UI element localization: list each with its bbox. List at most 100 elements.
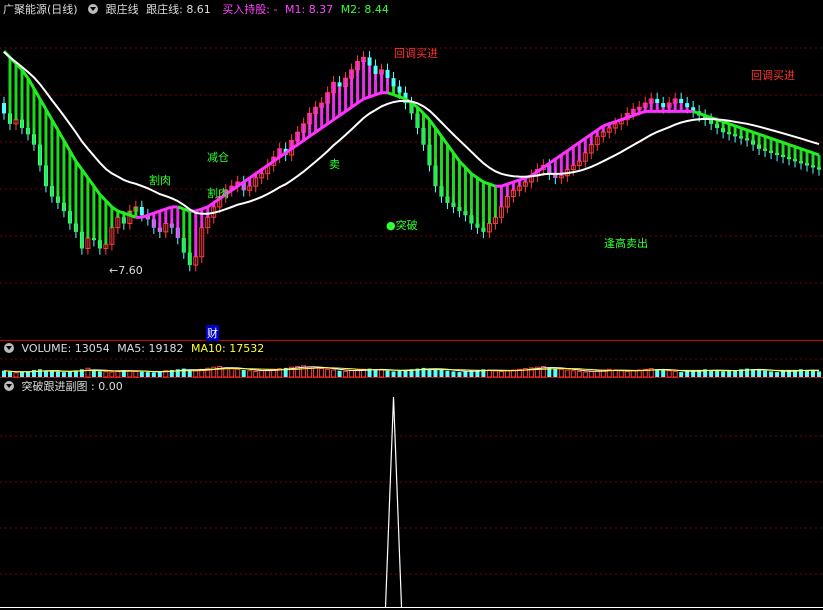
volume-bar-down xyxy=(685,371,690,377)
zhuang-line-segment xyxy=(752,130,760,136)
volume-bar-down xyxy=(373,369,378,377)
volume-collapse-icon[interactable] xyxy=(4,343,14,353)
zhuang-line-segment xyxy=(482,180,490,186)
zhuang-line-segment xyxy=(812,151,820,157)
low-price-marker: ←7.60 xyxy=(109,264,143,277)
sub-collapse-icon[interactable] xyxy=(4,381,14,391)
volume-bar-down xyxy=(439,370,444,377)
candle-down xyxy=(391,78,396,87)
chart-canvas xyxy=(0,47,823,608)
volume-bar-down xyxy=(721,371,726,377)
volume-bar-down xyxy=(337,370,342,377)
volume-bar-up xyxy=(115,370,121,378)
volume-bar-down xyxy=(391,371,396,377)
zhuang-line-segment xyxy=(266,159,275,167)
indicator-value: 8.61 xyxy=(186,3,211,16)
volume-bar-up xyxy=(313,367,319,378)
volume-bar-up xyxy=(85,367,91,378)
annotation-reduce: 减仓 xyxy=(207,151,229,164)
annotation-callback-buy-1: 回调买进 xyxy=(394,47,438,60)
zhuang-line-segment xyxy=(177,205,185,211)
volume-bar-up xyxy=(343,370,349,378)
volume-bar-up xyxy=(319,368,325,378)
volume-bar-up xyxy=(247,370,253,378)
zhuang-line-segment xyxy=(117,209,125,215)
annotation-cut-2: 割肉 xyxy=(207,187,229,200)
m1-label: M1: xyxy=(284,3,306,16)
volume-bar-down xyxy=(757,370,762,377)
volume-bar-up xyxy=(379,369,385,378)
collapse-icon[interactable] xyxy=(88,4,99,14)
zhuang-line-segment xyxy=(794,145,802,151)
volume-bar-up xyxy=(564,369,570,378)
volume-bar-down xyxy=(775,372,780,377)
volume-bar-down xyxy=(49,371,54,377)
sub-label: 突破跟进副图 xyxy=(21,380,88,393)
volume-bar-down xyxy=(679,372,684,377)
candle-down xyxy=(655,98,660,104)
breakout-spike xyxy=(384,396,403,608)
volume-bar-down xyxy=(763,370,768,377)
volume-bar-down xyxy=(553,368,558,377)
candle-down xyxy=(337,82,342,87)
volume-bar-up xyxy=(229,368,235,378)
volume-bar-up xyxy=(582,371,588,378)
finance-marker: 财 xyxy=(206,325,219,341)
volume-bar-down xyxy=(433,369,438,377)
volume-bar-down xyxy=(715,370,720,377)
zhuang-line-segment xyxy=(788,143,796,149)
volume-bar-up xyxy=(103,371,109,378)
m1-value: 8.37 xyxy=(308,3,334,16)
volume-bar-down xyxy=(817,371,821,377)
annotation-callback-buy-2: 回调买进 xyxy=(751,69,795,82)
zhuang-line-segment xyxy=(698,112,706,117)
volume-bar-up xyxy=(618,370,624,378)
zhuang-line-segment xyxy=(620,116,628,122)
zhuang-line-segment xyxy=(800,147,808,153)
volume-bar-down xyxy=(385,370,390,377)
zhuang-line-segment xyxy=(399,95,406,101)
annotation-breakout: ●突破 xyxy=(386,219,418,232)
zhuang-line-segment xyxy=(770,136,778,142)
volume-bar-down xyxy=(37,369,42,377)
zhuang-line-segment xyxy=(488,182,496,188)
candle-down xyxy=(397,86,402,93)
ma5-label: MA5: xyxy=(117,342,146,355)
volume-bar-up xyxy=(253,370,259,378)
zhuang-line-segment xyxy=(722,120,730,126)
volume-bar-up xyxy=(486,369,492,378)
volume-bar-down xyxy=(751,369,756,377)
zhuang-line-segment xyxy=(626,114,634,120)
indicator-label: 跟庄线: xyxy=(146,3,183,16)
volume-bar-down xyxy=(55,371,60,377)
zhuang-line-segment xyxy=(692,109,700,115)
candle-down xyxy=(2,103,6,114)
volume-bar-down xyxy=(43,370,48,377)
volume-bar-up xyxy=(235,368,241,378)
candle-down xyxy=(373,65,378,74)
volume-bar-down xyxy=(2,370,6,377)
zhuang-line-segment xyxy=(704,114,712,120)
volume-bar-down xyxy=(91,370,96,377)
volume-bar-up xyxy=(109,371,115,378)
indicator-name[interactable]: 跟庄线 xyxy=(106,3,139,16)
volume-bar-up xyxy=(576,370,582,378)
volume-bar-down xyxy=(61,372,66,377)
zhuang-line-segment xyxy=(728,122,736,128)
volume-bar-down xyxy=(19,372,24,377)
volume-bar-down xyxy=(241,370,246,377)
volume-bar-up xyxy=(325,368,331,378)
volume-bar-up xyxy=(193,370,199,378)
volume-bar-down xyxy=(67,371,72,377)
candle-down xyxy=(679,98,684,104)
volume-bar-up xyxy=(558,368,564,378)
zhuang-line-segment xyxy=(363,95,371,101)
ma10-value: 17532 xyxy=(229,342,265,355)
zhuang-line-segment xyxy=(632,112,640,117)
volume-bar-down xyxy=(463,371,468,377)
volume-bar-up xyxy=(504,370,510,378)
volume-bar-up xyxy=(630,370,636,378)
volume-bar-up xyxy=(133,370,139,378)
volume-bar-up xyxy=(672,370,678,378)
volume-bar-down xyxy=(445,370,450,377)
